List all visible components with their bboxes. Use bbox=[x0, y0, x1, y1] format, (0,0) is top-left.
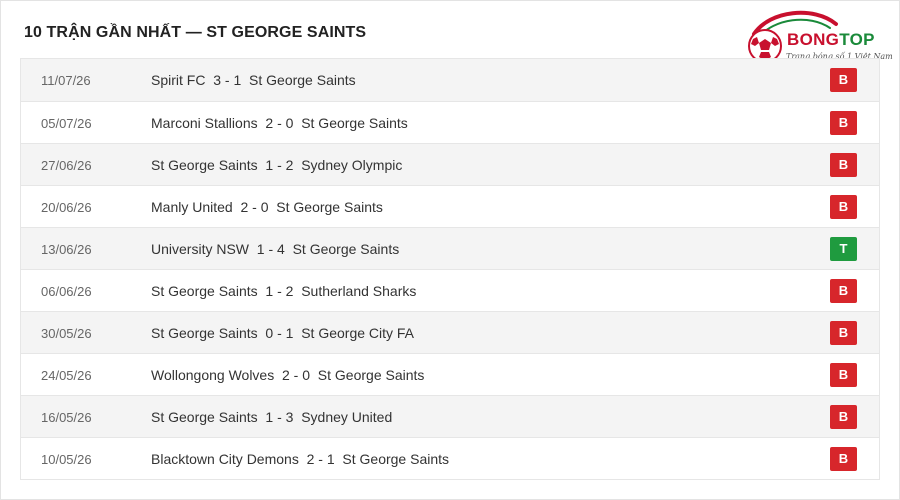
home-team: St George Saints bbox=[151, 325, 258, 341]
match-score-line: Blacktown City Demons 2 - 1 St George Sa… bbox=[151, 451, 449, 467]
match-score-line: St George Saints 1 - 2 Sutherland Sharks bbox=[151, 283, 416, 299]
match-row[interactable]: 06/06/26 St George Saints 1 - 2 Sutherlan… bbox=[21, 269, 879, 311]
result-badge-loss: B bbox=[830, 111, 857, 135]
match-score: 2 - 0 bbox=[240, 199, 269, 215]
match-row[interactable]: 10/05/26 Blacktown City Demons 2 - 1 St G… bbox=[21, 437, 879, 479]
away-team: St George Saints bbox=[292, 241, 400, 257]
home-team: Blacktown City Demons bbox=[151, 451, 299, 467]
match-score: 2 - 1 bbox=[306, 451, 335, 467]
result-badge-loss: B bbox=[830, 405, 857, 429]
match-score: 1 - 2 bbox=[265, 283, 294, 299]
result-badge-loss: B bbox=[830, 321, 857, 345]
away-team: St George City FA bbox=[301, 325, 415, 341]
away-team: St George Saints bbox=[249, 72, 356, 88]
match-date: 30/05/26 bbox=[41, 326, 92, 341]
match-score: 1 - 3 bbox=[265, 409, 294, 425]
match-date: 27/06/26 bbox=[41, 158, 92, 173]
page-title: 10 TRẬN GẦN NHẤT — ST GEORGE SAINTS bbox=[24, 24, 367, 41]
home-team: St George Saints bbox=[151, 283, 258, 299]
match-date: 05/07/26 bbox=[41, 116, 92, 131]
match-row[interactable]: 27/06/26 St George Saints 1 - 2 Sydney Ol… bbox=[21, 143, 879, 185]
match-score-line: St George Saints 0 - 1 St George City FA bbox=[151, 325, 414, 341]
result-badge-loss: B bbox=[830, 279, 857, 303]
match-score: 1 - 2 bbox=[265, 157, 294, 173]
away-team: Sutherland Sharks bbox=[301, 283, 417, 299]
match-score-line: St George Saints 1 - 3 Sydney United bbox=[151, 409, 392, 425]
match-row[interactable]: 11/07/26 Spirit FC 3 - 1 St George Saints… bbox=[21, 58, 879, 101]
match-date: 11/07/26 bbox=[41, 73, 91, 88]
match-row[interactable]: 05/07/26 Marconi Stallions 2 - 0 St Georg… bbox=[21, 101, 879, 143]
match-row[interactable]: 13/06/26 University NSW 1 - 4 St George S… bbox=[21, 227, 879, 269]
match-score: 1 - 4 bbox=[256, 241, 285, 257]
match-row[interactable]: 16/05/26 St George Saints 1 - 3 Sydney Un… bbox=[21, 395, 879, 437]
home-team: Wollongong Wolves bbox=[151, 367, 275, 383]
home-team: Manly United bbox=[151, 199, 233, 215]
home-team: St George Saints bbox=[151, 157, 258, 173]
home-team: Spirit FC bbox=[151, 72, 206, 88]
away-team: St George Saints bbox=[342, 451, 450, 467]
away-team: Sydney United bbox=[301, 409, 393, 425]
home-team: St George Saints bbox=[151, 409, 258, 425]
home-team: Marconi Stallions bbox=[151, 115, 258, 131]
match-score: 3 - 1 bbox=[213, 72, 242, 88]
recent-matches-list: 11/07/26 Spirit FC 3 - 1 St George Saints… bbox=[20, 58, 880, 480]
match-score-line: University NSW 1 - 4 St George Saints bbox=[151, 241, 399, 257]
result-badge-win: T bbox=[830, 237, 857, 261]
match-date: 10/05/26 bbox=[41, 452, 92, 467]
result-badge-loss: B bbox=[830, 195, 857, 219]
away-team: St George Saints bbox=[276, 199, 383, 215]
match-row[interactable]: 20/06/26 Manly United 2 - 0 St George Sai… bbox=[21, 185, 879, 227]
away-team: Sydney Olympic bbox=[301, 157, 403, 173]
away-team: St George Saints bbox=[301, 115, 408, 131]
match-score-line: Wollongong Wolves 2 - 0 St George Saints bbox=[151, 367, 424, 383]
result-badge-loss: B bbox=[830, 363, 857, 387]
match-score-line: St George Saints 1 - 2 Sydney Olympic bbox=[151, 157, 402, 173]
match-date: 06/06/26 bbox=[41, 284, 92, 299]
match-score-line: Spirit FC 3 - 1 St George Saints bbox=[151, 72, 356, 88]
result-badge-loss: B bbox=[830, 447, 857, 471]
away-team: St George Saints bbox=[317, 367, 425, 383]
result-badge-loss: B bbox=[830, 68, 857, 92]
result-badge-loss: B bbox=[830, 153, 857, 177]
match-score-line: Manly United 2 - 0 St George Saints bbox=[151, 199, 383, 215]
match-date: 24/05/26 bbox=[41, 368, 92, 383]
match-score: 2 - 0 bbox=[265, 115, 294, 131]
match-row[interactable]: 30/05/26 St George Saints 0 - 1 St George… bbox=[21, 311, 879, 353]
match-row[interactable]: 24/05/26 Wollongong Wolves 2 - 0 St Georg… bbox=[21, 353, 879, 395]
match-date: 13/06/26 bbox=[41, 242, 92, 257]
logo-wordmark: BONGTOP bbox=[787, 30, 875, 49]
home-team: University NSW bbox=[151, 241, 250, 257]
match-score: 2 - 0 bbox=[282, 367, 311, 383]
match-score: 0 - 1 bbox=[265, 325, 294, 341]
match-score-line: Marconi Stallions 2 - 0 St George Saints bbox=[151, 115, 408, 131]
match-date: 16/05/26 bbox=[41, 410, 92, 425]
match-date: 20/06/26 bbox=[41, 200, 92, 215]
